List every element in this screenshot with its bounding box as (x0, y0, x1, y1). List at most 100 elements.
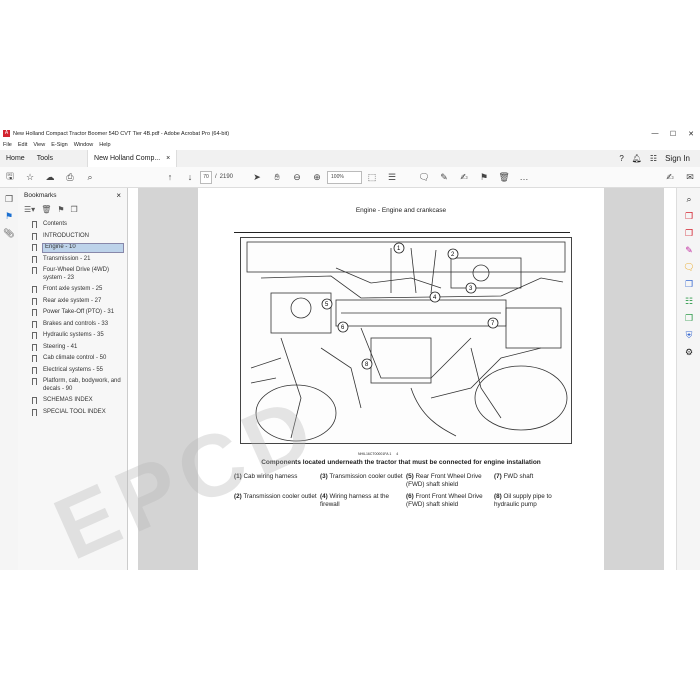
menu-esign[interactable]: E-Sign (51, 142, 68, 148)
figure-caption: Components located underneath the tracto… (261, 459, 541, 466)
bookmarks-list: Contents INTRODUCTION Engine - 10 Transm… (18, 216, 127, 418)
tab-bar-right: ? 🔔︎ ☷ Sign In (619, 154, 690, 163)
bookmark-icon (32, 343, 37, 351)
combine-files-icon[interactable]: ❐ (677, 279, 700, 290)
bookmark-front-axle[interactable]: Front axle system - 25 (18, 284, 127, 296)
share-icon[interactable]: ✉︎ (683, 170, 697, 184)
tab-document[interactable]: New Holland Comp... × (87, 150, 178, 167)
fit-page-icon[interactable]: ⬚ (365, 170, 379, 184)
export-pdf-icon[interactable]: ❐ (677, 211, 700, 222)
save-icon[interactable]: 🖫︎ (3, 170, 17, 184)
page-number-input[interactable]: 70 (200, 170, 212, 184)
bookmark-panel-icon[interactable]: ⚑ (0, 211, 18, 222)
bookmark-icon (32, 297, 37, 305)
create-pdf-icon[interactable]: ❐ (677, 228, 700, 239)
bookmark-schemas[interactable]: SCHEMAS INDEX (18, 395, 127, 407)
zoom-in-icon[interactable]: ⊕ (310, 170, 324, 184)
minimize-button[interactable]: — (646, 130, 664, 138)
more-tools-icon[interactable]: ⚙ (677, 347, 700, 358)
bookmark-cab-climate[interactable]: Cab climate control - 50 (18, 353, 127, 365)
more-icon[interactable]: … (517, 170, 531, 184)
bookmark-icon (32, 221, 37, 228)
delete-icon[interactable]: 🗑︎ (497, 170, 511, 184)
window-title: New Holland Compact Tractor Boomer 54D C… (13, 130, 230, 137)
bookmark-special-tool[interactable]: SPECIAL TOOL INDEX (18, 407, 127, 419)
bookmark-introduction[interactable]: INTRODUCTION (18, 231, 127, 243)
star-icon[interactable]: ☆ (23, 170, 37, 184)
bookmark-icon (32, 332, 37, 339)
scroll-mode-icon[interactable]: ☰ (385, 170, 399, 184)
options-menu-icon[interactable]: ☰▾ (24, 205, 35, 214)
close-panel-icon[interactable]: × (116, 191, 121, 200)
bookmark-contents[interactable]: Contents (18, 219, 127, 231)
tractor-underside-diagram: 1 2 3 4 5 6 7 8 (240, 237, 572, 444)
bookmarks-panel: Bookmarks × ☰▾ 🗑︎ ⚑ ❐ Contents INTRODUCT… (18, 188, 128, 570)
legend-item: (8) Oil supply pipe to hydraulic pump (494, 493, 552, 508)
tab-document-label: New Holland Comp... (94, 155, 161, 162)
next-page-icon[interactable]: ↓ (183, 170, 197, 184)
figure-ref-number: 4 (396, 452, 399, 456)
apps-grid-icon[interactable]: ☷ (650, 154, 657, 163)
delete-bookmark-icon[interactable]: 🗑︎ (41, 205, 51, 214)
main-toolbar: 🖫︎ ☆ ☁ ⎙ ⌕ ↑ ↓ 70 / 2190 ➤ ✋︎ ⊖ ⊕ 100% ⬚… (0, 167, 700, 188)
close-window-button[interactable]: ✕ (682, 130, 700, 138)
menu-help[interactable]: Help (99, 142, 110, 148)
cloud-upload-icon[interactable]: ☁ (43, 170, 57, 184)
print-icon[interactable]: ⎙ (63, 170, 77, 184)
help-icon[interactable]: ? (619, 154, 623, 163)
bookmark-transmission[interactable]: Transmission - 21 (18, 254, 127, 266)
attachment-icon[interactable]: 📎︎ (0, 228, 18, 239)
menu-view[interactable]: View (33, 142, 45, 148)
stamp-icon[interactable]: ⚑ (477, 170, 491, 184)
page-header: Engine - Engine and crankcase (355, 207, 447, 214)
edit-pdf-icon[interactable]: ✎ (677, 245, 700, 256)
expand-bookmark-icon[interactable]: ❐ (71, 205, 78, 214)
tab-tools[interactable]: Tools (31, 150, 59, 167)
menu-file[interactable]: File (3, 142, 12, 148)
page-thumbnails-icon[interactable]: ❐ (0, 194, 18, 205)
bookmark-icon (32, 378, 37, 385)
protect-icon[interactable]: ⛨ (677, 330, 700, 341)
search-icon[interactable]: ⌕ (83, 170, 97, 184)
bookmark-brakes[interactable]: Brakes and controls - 33 (18, 319, 127, 331)
tab-close-icon[interactable]: × (166, 150, 170, 167)
bookmark-hydraulic[interactable]: Hydraulic systems - 35 (18, 330, 127, 342)
fill-sign-icon[interactable]: ✍︎ (663, 170, 677, 184)
bookmark-rear-axle[interactable]: Rear axle system - 27 (18, 296, 127, 308)
comment-icon[interactable]: 🗨︎ (417, 170, 431, 184)
bookmarks-title: Bookmarks (24, 191, 57, 199)
header-rule (234, 232, 570, 233)
bookmark-icon (32, 267, 37, 274)
window-controls: — ☐ ✕ (646, 130, 700, 138)
bookmark-4wd[interactable]: Four-Wheel Drive (4WD) system - 23 (18, 265, 127, 284)
comment-tool-icon[interactable]: 🗨︎ (677, 262, 700, 273)
legend-item: (5) Rear Front Wheel Drive (FWD) shaft s… (406, 473, 482, 488)
bookmark-electrical[interactable]: Electrical systems - 55 (18, 365, 127, 377)
search-tool-icon[interactable]: ⌕ (677, 194, 700, 205)
tab-bar: Home Tools New Holland Comp... × ? 🔔︎ ☷ … (0, 150, 700, 168)
highlight-icon[interactable]: ✍︎ (457, 170, 471, 184)
scan-ocr-icon[interactable]: ❐ (677, 313, 700, 324)
zoom-select[interactable]: 100% (327, 170, 363, 184)
tab-home[interactable]: Home (0, 150, 31, 167)
document-viewer[interactable]: Engine - Engine and crankcase 1 2 3 4 5 … (138, 188, 664, 570)
new-bookmark-icon[interactable]: ⚑ (57, 205, 64, 214)
bell-icon[interactable]: 🔔︎ (632, 154, 642, 163)
legend-item: (3) Transmission cooler outlet (320, 473, 403, 480)
bookmark-steering[interactable]: Steering - 41 (18, 342, 127, 354)
bookmark-pto[interactable]: Power Take-Off (PTO) - 31 (18, 307, 127, 319)
sign-in-button[interactable]: Sign In (665, 154, 690, 163)
zoom-out-icon[interactable]: ⊖ (290, 170, 304, 184)
hand-icon[interactable]: ✋︎ (270, 170, 284, 184)
menu-edit[interactable]: Edit (18, 142, 27, 148)
pen-icon[interactable]: ✎ (437, 170, 451, 184)
select-cursor-icon[interactable]: ➤ (250, 170, 264, 184)
maximize-button[interactable]: ☐ (664, 130, 682, 138)
menu-window[interactable]: Window (74, 142, 94, 148)
organize-pages-icon[interactable]: ☷ (677, 296, 700, 307)
bookmark-icon (32, 408, 37, 416)
bookmark-engine[interactable]: Engine - 10 (18, 242, 127, 254)
bookmark-icon (32, 309, 37, 316)
bookmark-platform[interactable]: Platform, cab, bodywork, and decals - 90 (18, 376, 127, 395)
previous-page-icon[interactable]: ↑ (163, 170, 177, 184)
